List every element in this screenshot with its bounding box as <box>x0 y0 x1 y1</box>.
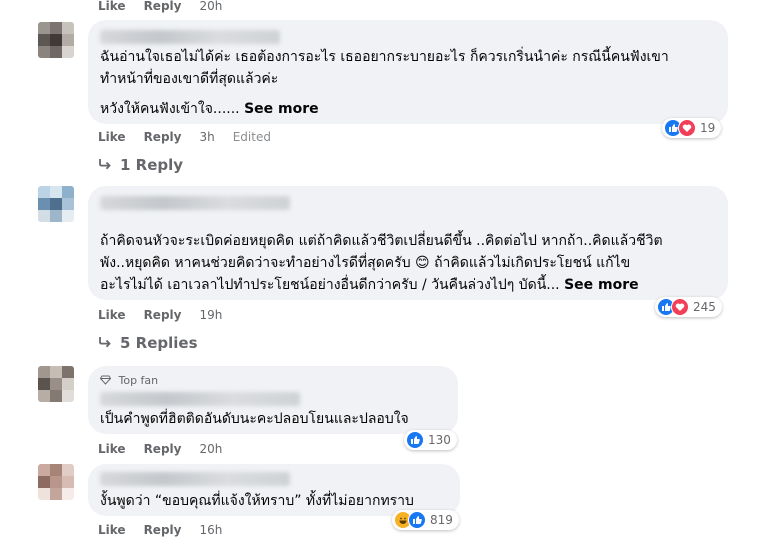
comment-timestamp[interactable]: 20h <box>199 442 222 456</box>
avatar[interactable] <box>38 22 74 58</box>
reply-button[interactable]: Reply <box>144 523 182 537</box>
like-button[interactable]: Like <box>98 523 126 537</box>
comment-text-line: เป็นคำพูดที่ฮิตติดอันดับนะคะปลอบโยนและปล… <box>100 411 409 427</box>
commenter-name[interactable] <box>100 30 280 44</box>
comment-actions: Like Reply 20h <box>98 442 240 456</box>
commenter-name[interactable] <box>100 392 300 406</box>
love-icon <box>678 119 696 137</box>
comment-actions: Like Reply 20h <box>98 0 240 13</box>
reaction-count: 130 <box>428 433 451 447</box>
see-more-link[interactable]: See more <box>564 277 639 293</box>
edited-label: Edited <box>232 130 271 144</box>
reaction-summary[interactable]: 245 <box>655 297 722 317</box>
like-icon <box>408 511 426 529</box>
comment-bubble: งั้นพูดว่า “ขอบคุณที่แจ้งให้ทราบ” ทั้งที… <box>88 464 460 516</box>
avatar[interactable] <box>38 366 74 402</box>
comment-timestamp[interactable]: 20h <box>199 0 222 13</box>
reply-button[interactable]: Reply <box>144 0 182 13</box>
comment-timestamp[interactable]: 3h <box>199 130 214 144</box>
comment-text-line: ทำหน้าที่ของเขาดีที่สุดแล้วค่ะ <box>100 71 279 87</box>
comment-bubble: ถ้าคิดจนหัวจะระเบิดค่อยหยุดคิด แต่ถ้าคิด… <box>88 186 728 300</box>
reaction-count: 819 <box>430 513 453 527</box>
comment-timestamp[interactable]: 19h <box>199 308 222 322</box>
reaction-count: 19 <box>700 121 716 135</box>
reply-arrow-icon <box>98 334 112 352</box>
commenter-name[interactable] <box>100 472 290 486</box>
comment-actions: Like Reply 3h Edited <box>98 130 289 144</box>
reaction-count: 245 <box>693 300 716 314</box>
view-replies-button[interactable]: 1 Reply <box>98 156 183 174</box>
comment-text-line: งั้นพูดว่า “ขอบคุณที่แจ้งให้ทราบ” ทั้งที… <box>100 493 414 509</box>
see-more-link[interactable]: See more <box>244 101 319 117</box>
like-button[interactable]: Like <box>98 130 126 144</box>
comment-actions: Like Reply 16h <box>98 523 240 537</box>
view-replies-button[interactable]: 5 Replies <box>98 334 198 352</box>
comment-text-line: พัง..หยุดคิด หาคนช่วยคิดว่าจะทำอย่างไรดี… <box>100 255 631 271</box>
like-button[interactable]: Like <box>98 0 126 13</box>
comment-actions: Like Reply 19h <box>98 308 240 322</box>
comment-bubble: ฉันอ่านใจเธอไม่ได้ค่ะ เธอต้องการอะไร เธอ… <box>88 20 728 124</box>
comment-text: อะไรไม่ได้ เอาเวลาไปทำประโยชน์อย่างอื่นด… <box>100 277 560 293</box>
reply-button[interactable]: Reply <box>144 130 182 144</box>
comment-text-line: อะไรไม่ได้ เอาเวลาไปทำประโยชน์อย่างอื่นด… <box>100 274 639 296</box>
comment-bubble: Top fan เป็นคำพูดที่ฮิตติดอันดับนะคะปลอบ… <box>88 366 458 434</box>
like-icon <box>406 431 424 449</box>
reply-arrow-icon <box>98 156 112 174</box>
love-icon <box>671 298 689 316</box>
top-fan-badge: Top fan <box>99 374 158 387</box>
reply-button[interactable]: Reply <box>144 442 182 456</box>
comment-text-line: ถ้าคิดจนหัวจะระเบิดค่อยหยุดคิด แต่ถ้าคิด… <box>100 233 663 249</box>
reply-button[interactable]: Reply <box>144 308 182 322</box>
replies-count-label: 1 Reply <box>120 156 184 174</box>
reaction-summary[interactable]: 819 <box>392 510 459 530</box>
diamond-icon <box>99 374 112 387</box>
avatar[interactable] <box>38 186 74 222</box>
avatar[interactable] <box>38 464 74 500</box>
reaction-summary[interactable]: 130 <box>404 430 457 450</box>
reaction-summary[interactable]: 19 <box>662 118 722 138</box>
comment-text-line: ฉันอ่านใจเธอไม่ได้ค่ะ เธอต้องการอะไร เธอ… <box>100 49 669 65</box>
commenter-name[interactable] <box>100 196 290 210</box>
comment-text-line: หวังให้คนฟังเข้าใจ...... See more <box>100 98 319 120</box>
replies-count-label: 5 Replies <box>120 334 198 352</box>
like-button[interactable]: Like <box>98 442 126 456</box>
comment-timestamp[interactable]: 16h <box>199 523 222 537</box>
like-button[interactable]: Like <box>98 308 126 322</box>
comment-text: หวังให้คนฟังเข้าใจ...... <box>100 101 240 117</box>
